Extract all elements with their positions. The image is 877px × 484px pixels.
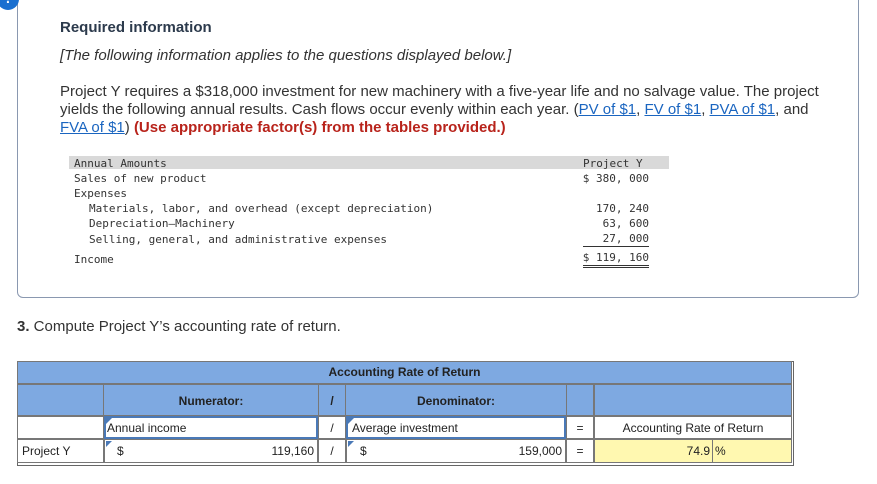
table-row-value: $ 380, 000 bbox=[582, 172, 649, 185]
project-y-header: Project Y bbox=[583, 157, 643, 170]
table-row-value: $ 119, 160 bbox=[582, 251, 649, 264]
separator: , and bbox=[775, 101, 809, 118]
numerator-header: Numerator: bbox=[178, 394, 244, 408]
separator: , bbox=[701, 101, 710, 118]
required-information-panel bbox=[17, 0, 859, 298]
fv-table-link[interactable]: FV of $1 bbox=[644, 101, 701, 118]
annual-amounts-header: Annual Amounts bbox=[74, 157, 167, 170]
equals-symbol: = bbox=[576, 444, 584, 458]
denominator-header: Denominator: bbox=[417, 394, 495, 408]
slash-symbol: / bbox=[330, 444, 334, 458]
table-row-label: Income bbox=[74, 253, 114, 266]
question-prompt: 3. Compute Project Y’s accounting rate o… bbox=[17, 318, 341, 335]
info-subtitle: [The following information applies to th… bbox=[60, 47, 512, 64]
pv-table-link[interactable]: PV of $1 bbox=[579, 101, 637, 118]
table-row-value: 170, 240 bbox=[596, 202, 649, 215]
input-indicator-icon bbox=[348, 441, 354, 447]
table-row-value: 63, 600 bbox=[602, 217, 649, 230]
slash-header: / bbox=[330, 394, 334, 408]
table-row-label: Expenses bbox=[74, 187, 127, 200]
result-header: Accounting Rate of Return bbox=[622, 421, 764, 435]
percent-divider bbox=[712, 439, 713, 463]
separator: ) bbox=[124, 119, 134, 136]
pva-table-link[interactable]: PVA of $1 bbox=[710, 101, 776, 118]
percent-symbol: % bbox=[715, 444, 726, 458]
problem-description: Project Y requires a $318,000 investment… bbox=[60, 83, 820, 137]
input-indicator-icon bbox=[106, 441, 112, 447]
denominator-label: Average investment bbox=[352, 421, 458, 435]
question-text: Compute Project Y’s accounting rate of r… bbox=[29, 318, 341, 335]
project-y-label: Project Y bbox=[22, 444, 71, 458]
label-cell bbox=[17, 416, 104, 439]
subtotal-rule bbox=[583, 246, 649, 247]
numerator-value: 119,160 bbox=[271, 444, 315, 458]
question-number: 3. bbox=[17, 318, 30, 335]
equals-symbol: = bbox=[576, 421, 584, 435]
currency-symbol: $ bbox=[360, 444, 367, 458]
currency-symbol: $ bbox=[117, 444, 124, 458]
arr-title: Accounting Rate of Return bbox=[328, 365, 481, 379]
table-row-value: 27, 000 bbox=[602, 232, 649, 245]
table-row-label: Materials, labor, and overhead (except d… bbox=[89, 202, 434, 215]
table-row-label: Selling, general, and administrative exp… bbox=[89, 233, 388, 246]
header-cell bbox=[566, 384, 594, 416]
instruction-emphasis: (Use appropriate factor(s) from the tabl… bbox=[133, 119, 506, 136]
denominator-value: 159,000 bbox=[518, 444, 562, 458]
header-cell bbox=[17, 384, 104, 416]
required-information-title: Required information bbox=[60, 19, 212, 36]
total-rule bbox=[583, 265, 649, 268]
table-row-label: Sales of new product bbox=[74, 172, 207, 185]
fva-table-link[interactable]: FVA of $1 bbox=[60, 119, 125, 136]
numerator-label: Annual income bbox=[107, 421, 187, 435]
slash-symbol: / bbox=[330, 421, 334, 435]
table-row-label: Depreciation—Machinery bbox=[89, 217, 235, 230]
header-cell bbox=[594, 384, 792, 416]
result-value: 74.9 bbox=[686, 444, 710, 458]
